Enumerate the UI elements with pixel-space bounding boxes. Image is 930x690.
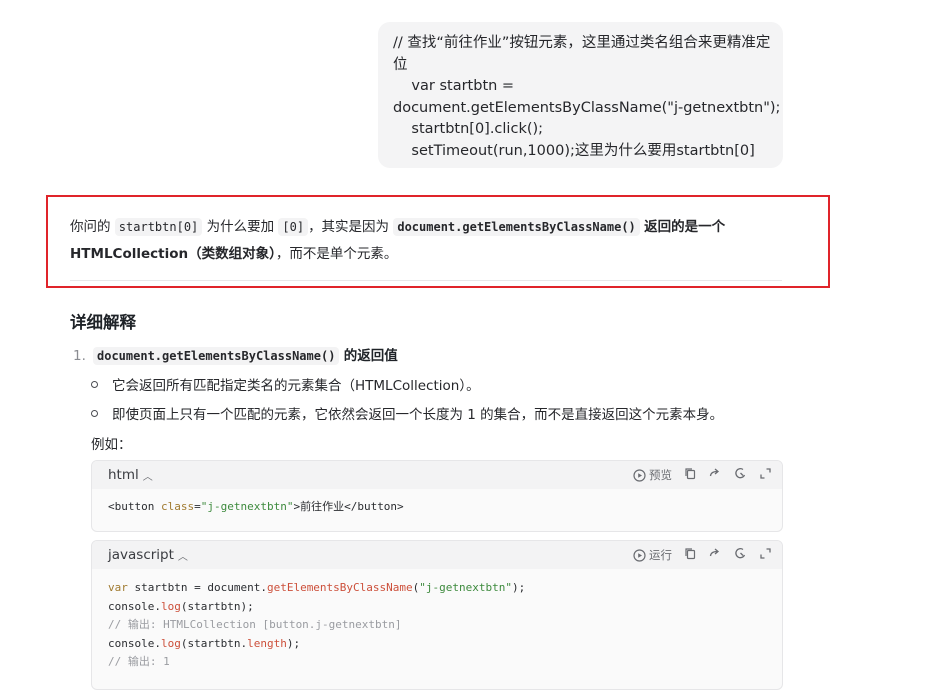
code-token: (startbtn.: [180, 636, 248, 650]
line-wrap-icon[interactable]: [734, 467, 747, 484]
section-title: 详细解释: [70, 313, 136, 332]
bullet-dot: [91, 409, 98, 417]
list-item-text: 的返回值: [343, 348, 398, 364]
run-label: 运行: [649, 548, 672, 562]
code-block-header: html ︿ 预览: [92, 461, 782, 489]
play-circle-icon: [633, 468, 646, 482]
user-message-line: startbtn[0].click();: [393, 121, 544, 137]
code-token: "j-getnextbtn": [200, 500, 294, 513]
copy-icon[interactable]: [684, 547, 697, 564]
code-token: log: [160, 636, 181, 650]
code-line: var startbtn = document.getElementsByCla…: [108, 579, 766, 598]
inline-code: [0]: [278, 218, 309, 236]
intro-text: 你问的: [70, 219, 111, 235]
preview-button[interactable]: 预览: [633, 467, 672, 483]
intro-bold-text: HTMLCollection（类数组对象）: [70, 246, 276, 262]
expand-icon[interactable]: [759, 547, 772, 564]
code-token: var: [108, 581, 128, 594]
code-token: "j-getnextbtn": [419, 581, 512, 594]
inline-code: document.getElementsByClassName(): [393, 218, 640, 236]
run-button[interactable]: 运行: [633, 547, 672, 563]
code-token: );: [512, 581, 526, 594]
code-line: console.log(startbtn.length);: [108, 635, 766, 654]
intro-text: ，而不是单个元素。: [275, 246, 398, 262]
list-number: 1.: [73, 348, 86, 364]
code-token: class: [160, 500, 195, 513]
code-token: startbtn = document.: [127, 581, 267, 594]
line-wrap-icon[interactable]: [734, 547, 747, 564]
divider: [70, 280, 782, 281]
user-message-bubble: // 查找“前往作业”按钮元素，这里通过类名组合来更精准定 位 var star…: [378, 22, 783, 168]
share-arrow-icon[interactable]: [709, 547, 722, 564]
answer-intro-paragraph: 你问的 startbtn[0] 为什么要加 [0] ，其实是因为 document…: [70, 214, 770, 268]
play-circle-icon: [633, 548, 646, 562]
bullet-item: 即使页面上只有一个匹配的元素，它依然会返回一个长度为 1 的集合，而不是直接返回…: [91, 403, 723, 423]
bullet-item: 它会返回所有匹配指定类名的元素集合（HTMLCollection）。: [91, 374, 480, 394]
expand-icon[interactable]: [759, 467, 772, 484]
user-message-line: document.getElementsByClassName("j-getne…: [393, 99, 781, 116]
code-lang-label: html: [108, 467, 139, 483]
code-lang-label: javascript: [108, 547, 174, 563]
user-message-line: // 查找“前往作业”按钮元素，这里通过类名组合来更精准定: [393, 35, 771, 51]
example-label: 例如：: [91, 437, 132, 453]
code-token: getElementsByClassName: [266, 581, 413, 594]
code-token: =: [194, 500, 201, 513]
code-lang-toggle[interactable]: javascript ︿: [108, 547, 188, 563]
chevron-up-icon: ︿: [142, 471, 153, 483]
code-lang-toggle[interactable]: html ︿: [108, 467, 153, 483]
list-item: 1. document.getElementsByClassName() 的返回值: [73, 346, 398, 366]
code-comment: // 输出: 1: [108, 655, 170, 668]
intro-bold-text: 返回的是一个: [644, 219, 726, 235]
preview-label: 预览: [649, 468, 672, 482]
code-token: >前往作业</button>: [293, 500, 404, 513]
code-token: (startbtn);: [180, 599, 254, 613]
code-block-header: javascript ︿ 运行: [92, 541, 782, 569]
user-message-line: var startbtn =: [393, 78, 515, 94]
code-body: <button class="j-getnextbtn">前往作业</butto…: [92, 489, 782, 526]
intro-text: 为什么要加: [206, 219, 275, 235]
code-token: console.: [108, 636, 161, 650]
user-message-line: 位: [393, 56, 408, 73]
code-token: log: [160, 599, 181, 613]
code-token: length: [247, 636, 287, 650]
code-block-html: html ︿ 预览 <button class="j-getnextbtn">前…: [91, 460, 783, 532]
code-block-javascript: javascript ︿ 运行 var startbtn = document.…: [91, 540, 783, 690]
code-token: console.: [108, 599, 161, 613]
intro-text: ，其实是因为: [308, 219, 390, 235]
bullet-text: 它会返回所有匹配指定类名的元素集合（HTMLCollection）。: [112, 378, 480, 394]
inline-code: startbtn[0]: [114, 218, 203, 236]
user-message-line: setTimeout(run,1000);这里为什么要用startbtn[0]: [393, 142, 755, 159]
code-body: var startbtn = document.getElementsByCla…: [92, 569, 782, 681]
inline-code: document.getElementsByClassName(): [93, 347, 340, 365]
code-line: console.log(startbtn);: [108, 598, 766, 617]
bullet-text: 即使页面上只有一个匹配的元素，它依然会返回一个长度为 1 的集合，而不是直接返回…: [112, 407, 724, 423]
copy-icon[interactable]: [684, 467, 697, 484]
share-arrow-icon[interactable]: [709, 467, 722, 484]
code-token: <button: [108, 500, 161, 513]
chevron-up-icon: ︿: [177, 551, 188, 563]
code-comment: // 输出: HTMLCollection [button.j-getnextb…: [108, 618, 402, 631]
bullet-dot: [91, 380, 98, 388]
code-token: );: [286, 636, 301, 650]
